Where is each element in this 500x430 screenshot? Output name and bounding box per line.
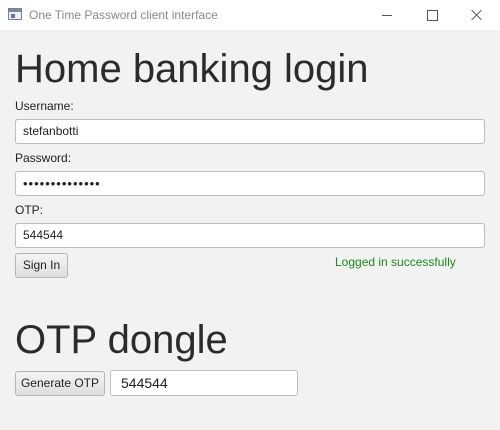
dongle-otp-field[interactable]: 544544: [110, 370, 298, 396]
login-heading: Home banking login: [15, 47, 369, 91]
close-icon: [471, 9, 483, 21]
minimize-button[interactable]: [364, 0, 410, 30]
minimize-icon: [382, 14, 392, 16]
maximize-icon: [426, 9, 438, 21]
maximize-button[interactable]: [409, 0, 455, 30]
login-status-text: Logged in successfully: [335, 255, 456, 269]
close-button[interactable]: [454, 0, 500, 30]
dongle-heading: OTP dongle: [15, 318, 228, 362]
title-bar: One Time Password client interface: [0, 0, 500, 30]
window-title: One Time Password client interface: [29, 8, 218, 22]
password-label: Password:: [15, 151, 72, 165]
sign-in-button[interactable]: Sign In: [15, 253, 68, 278]
app-window-icon: [8, 8, 22, 20]
username-field[interactable]: stefanbotti: [15, 119, 485, 144]
otp-field[interactable]: 544544: [15, 223, 485, 248]
otp-label: OTP:: [15, 203, 44, 217]
username-label: Username:: [15, 99, 74, 113]
password-field[interactable]: ••••••••••••••: [15, 171, 485, 196]
generate-otp-button[interactable]: Generate OTP: [15, 371, 105, 396]
